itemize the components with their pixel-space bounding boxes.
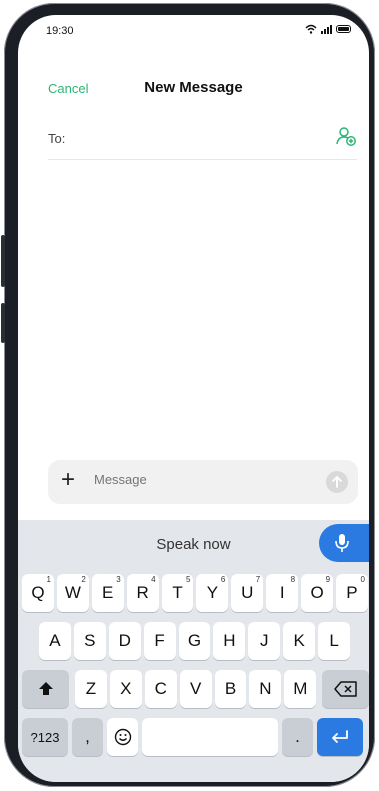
key-u[interactable]: U7 (231, 574, 264, 612)
key-a[interactable]: A (39, 622, 71, 660)
key-t[interactable]: T5 (161, 574, 194, 612)
emoji-icon (114, 728, 131, 746)
volume-button (1, 235, 5, 287)
power-button (1, 303, 5, 343)
key-row-4: ?123 , . (22, 718, 363, 756)
key-p[interactable]: P0 (336, 574, 368, 612)
key-j[interactable]: J (248, 622, 281, 660)
backspace-icon (333, 681, 357, 697)
key-y[interactable]: Y6 (196, 574, 229, 612)
key-row-3: Z X C V B N M (22, 670, 369, 708)
key-z[interactable]: Z (75, 670, 107, 708)
send-arrow-icon (332, 475, 342, 488)
key-e[interactable]: E3 (91, 574, 124, 612)
phone-frame: 19:30 Cancel New Message To: + Message S… (1, 3, 375, 787)
wifi-icon (305, 24, 317, 34)
key-m[interactable]: M (284, 670, 317, 708)
recipient-label: To: (48, 131, 66, 146)
key-row-2: A S D F G H J K L (39, 622, 351, 660)
message-composer: + (48, 460, 358, 504)
send-button[interactable] (326, 471, 348, 493)
emoji-key[interactable] (107, 718, 138, 756)
key-x[interactable]: X (109, 670, 142, 708)
key-l[interactable]: L (318, 622, 351, 660)
period-key[interactable]: . (282, 718, 313, 756)
screen: 19:30 Cancel New Message To: + Message S… (18, 15, 369, 782)
key-row-1: Q1 W2 E3 R4 T5 Y6 U7 I8 O9 P0 (22, 574, 368, 612)
shift-icon (38, 682, 53, 695)
voice-prompt: Speak now (156, 536, 231, 553)
keyboard: Speak now Q1 W2 E3 R4 T5 Y6 U7 I8 O9 P0 (18, 520, 369, 782)
shift-key[interactable] (22, 670, 69, 708)
symbols-key[interactable]: ?123 (22, 718, 68, 756)
enter-icon (332, 730, 348, 743)
signal-icon (321, 24, 332, 34)
status-icons (305, 24, 351, 34)
key-f[interactable]: F (143, 622, 176, 660)
key-d[interactable]: D (108, 622, 141, 660)
header: Cancel New Message (18, 69, 369, 96)
key-v[interactable]: V (179, 670, 212, 708)
message-input[interactable] (94, 472, 274, 487)
key-w[interactable]: W2 (56, 574, 89, 612)
key-k[interactable]: K (283, 622, 316, 660)
space-key[interactable] (142, 718, 278, 756)
key-q[interactable]: Q1 (22, 574, 54, 612)
comma-key[interactable]: , (72, 718, 103, 756)
voice-input-button[interactable] (319, 524, 369, 562)
battery-icon (336, 25, 351, 33)
add-contact-icon[interactable] (335, 125, 357, 147)
status-time: 19:30 (46, 25, 74, 37)
page-title: New Message (144, 79, 243, 96)
key-o[interactable]: O9 (301, 574, 334, 612)
key-c[interactable]: C (144, 670, 177, 708)
backspace-key[interactable] (322, 670, 369, 708)
key-h[interactable]: H (213, 622, 246, 660)
key-n[interactable]: N (249, 670, 282, 708)
add-attachment-button[interactable]: + (61, 468, 75, 492)
key-s[interactable]: S (73, 622, 106, 660)
enter-key[interactable] (317, 718, 363, 756)
microphone-icon (335, 534, 349, 552)
status-bar: 19:30 (18, 15, 369, 45)
key-r[interactable]: R4 (126, 574, 159, 612)
recipient-row[interactable]: To: (48, 123, 357, 160)
key-b[interactable]: B (214, 670, 247, 708)
key-i[interactable]: I8 (266, 574, 299, 612)
key-g[interactable]: G (178, 622, 211, 660)
